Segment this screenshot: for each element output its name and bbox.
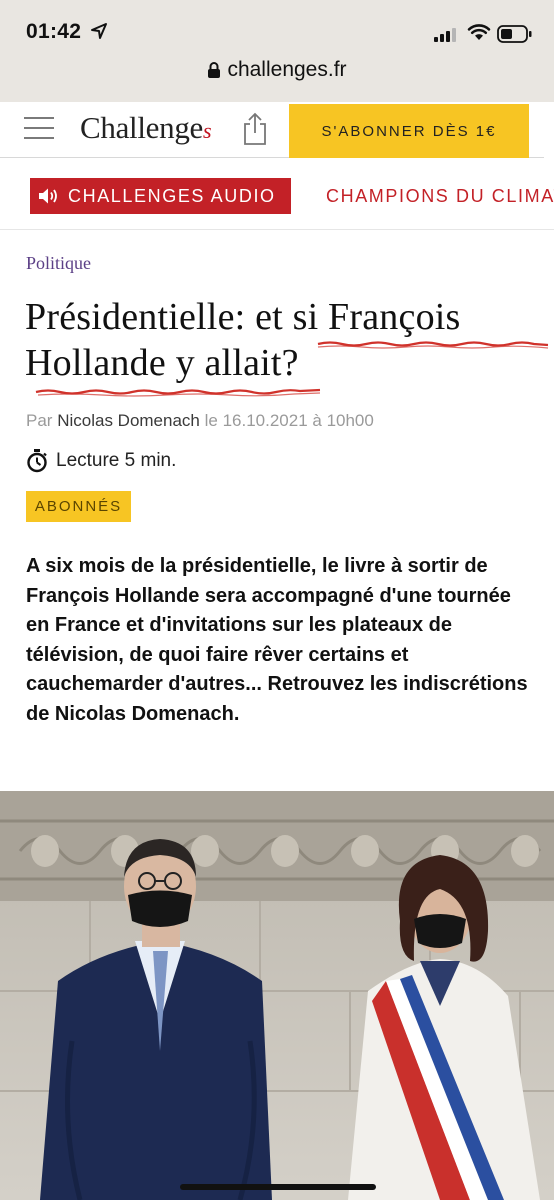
- article-photo[interactable]: [0, 791, 554, 1200]
- logo-suffix: s: [202, 118, 212, 143]
- challenges-audio-button[interactable]: CHALLENGES AUDIO: [30, 178, 291, 214]
- share-icon[interactable]: [242, 112, 268, 146]
- tag-champions-du-climat[interactable]: CHAMPIONS DU CLIMAT: [326, 186, 554, 207]
- article-rubric[interactable]: Politique: [26, 253, 91, 274]
- status-time: 01:42: [26, 20, 82, 43]
- lock-icon: [208, 62, 221, 78]
- location-arrow-icon: [91, 23, 107, 39]
- url-text: challenges.fr: [227, 58, 347, 81]
- menu-icon[interactable]: [24, 117, 56, 141]
- audio-label: CHALLENGES AUDIO: [68, 185, 276, 206]
- wifi-icon: [467, 24, 491, 40]
- byline: Par Nicolas Domenach le 16.10.2021 à 10h…: [26, 411, 374, 431]
- topic-nav: CHALLENGES AUDIO CHAMPIONS DU CLIMAT: [0, 158, 554, 230]
- subscribe-button[interactable]: S'ABONNER DÈS 1€: [289, 104, 529, 158]
- byline-prefix: Par: [26, 411, 53, 430]
- publish-date: le 16.10.2021 à 10h00: [204, 411, 374, 430]
- site-header: Challenges S'ABONNER DÈS 1€: [0, 102, 554, 158]
- home-indicator: [180, 1184, 376, 1190]
- logo-text: Challenge: [80, 110, 203, 145]
- header-edge: [544, 104, 554, 158]
- author-link[interactable]: Nicolas Domenach: [57, 411, 200, 430]
- browser-chrome: 01:42 challenges.fr: [0, 0, 554, 102]
- battery-icon: [497, 25, 532, 43]
- reading-time: Lecture 5 min.: [26, 449, 176, 473]
- article-lead: A six mois de la présidentielle, le livr…: [26, 555, 528, 725]
- speaker-icon: [39, 188, 57, 204]
- subscribers-badge: ABONNÉS: [26, 491, 131, 522]
- stopwatch-icon: [27, 449, 47, 473]
- site-logo[interactable]: Challenges: [80, 110, 212, 146]
- red-underline-annotation: [35, 341, 549, 397]
- address-bar[interactable]: challenges.fr: [0, 58, 554, 82]
- reading-time-label: Lecture 5 min.: [56, 450, 177, 471]
- signal-icon: [434, 28, 456, 42]
